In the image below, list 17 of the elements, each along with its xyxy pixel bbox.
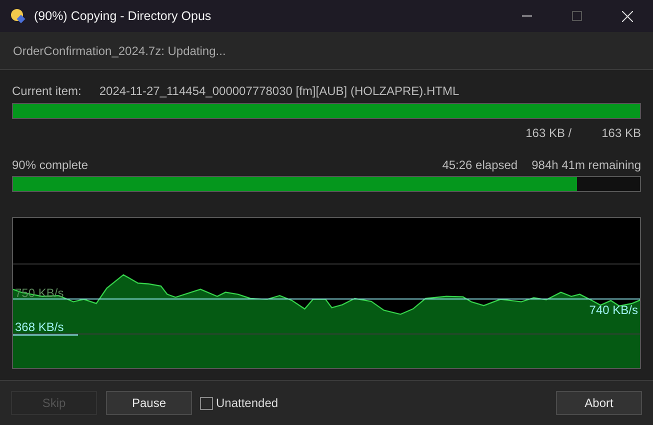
- status-text: OrderConfirmation_2024.7z: Updating...: [13, 42, 226, 60]
- current-item-name: 2024-11-27_114454_000007778030 [fm][AUB] (HOLZAPRE).HTML: [99, 82, 460, 100]
- window-title: (90%) Copying - Directory Opus: [34, 8, 212, 25]
- close-icon[interactable]: [622, 10, 633, 22]
- abort-button[interactable]: Abort: [556, 391, 642, 415]
- current-item-label: Current item:: [12, 82, 82, 100]
- percent-complete: 90% complete: [12, 156, 88, 174]
- unattended-label: Unattended: [216, 395, 278, 412]
- app-icon: [10, 8, 26, 24]
- current-speed-label: 740 KB/s: [589, 302, 638, 319]
- unattended-checkbox[interactable]: [200, 396, 213, 410]
- low-speed-label: 368 KB/s: [15, 319, 64, 336]
- bytes-done: 163 KB /: [526, 124, 572, 142]
- pause-button[interactable]: Pause: [106, 391, 192, 415]
- bytes-total: 163 KB: [602, 124, 641, 142]
- elapsed-time: 45:26 elapsed: [442, 156, 518, 174]
- remaining-time: 984h 41m remaining: [532, 156, 641, 174]
